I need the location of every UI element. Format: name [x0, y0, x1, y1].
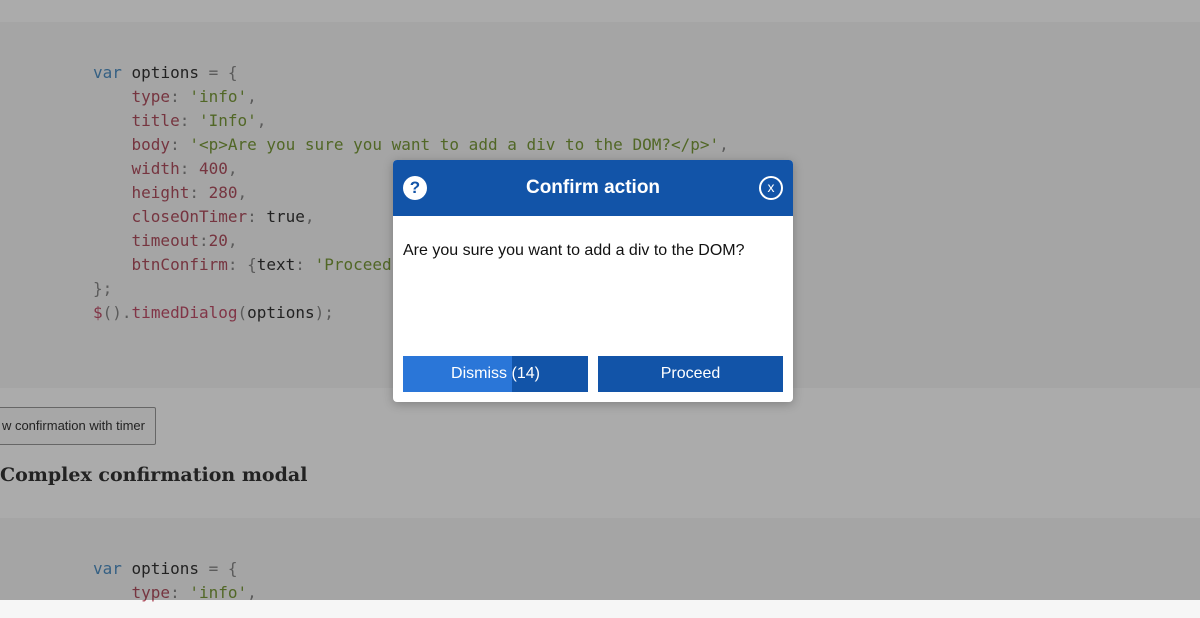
close-icon[interactable]: x [759, 176, 783, 200]
proceed-button-label: Proceed [660, 365, 721, 382]
dialog-header: ? Confirm action x [393, 160, 793, 216]
dialog-message: Are you sure you want to add a div to th… [403, 242, 745, 259]
dismiss-button[interactable]: Dismiss (14) [403, 356, 588, 392]
dismiss-button-label: Dismiss (14) [451, 365, 540, 382]
proceed-button[interactable]: Proceed [598, 356, 783, 392]
dialog-title: Confirm action [525, 177, 661, 198]
confirm-dialog: ? Confirm action x Are you sure you want… [393, 160, 793, 402]
